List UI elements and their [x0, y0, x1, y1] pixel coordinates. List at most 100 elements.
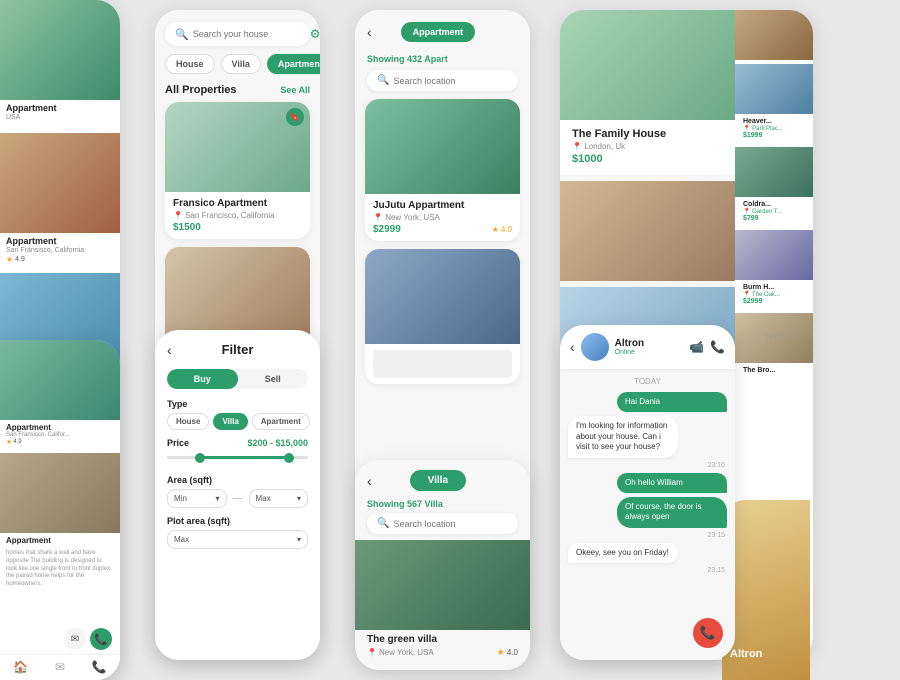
msg-icon-bl: ✉ [55, 660, 65, 674]
see-all-2[interactable]: See All [280, 85, 310, 95]
chat-contact-name: Altron [615, 338, 644, 349]
call-fab-button[interactable]: 📞 [693, 618, 723, 648]
bl-img-2 [0, 453, 120, 533]
filter-plot-section: Plot area (sqft) Max ▾ [155, 512, 320, 553]
sidebar-img-1 [735, 64, 813, 114]
bl-star-1: ★ 4.9 [6, 438, 114, 446]
home-icon-bl: 🏠 [13, 660, 28, 674]
tab-villa[interactable]: Villa [221, 54, 261, 74]
sidebar-img-3 [735, 230, 813, 280]
listing-bottom-1: $2999 ★ 4.0 [373, 224, 512, 235]
type-buttons: House Villa Apartment [167, 413, 308, 430]
search-loc-6[interactable]: 🔍 [367, 513, 518, 534]
sidebar-item-2: Coldra... 📍 Garden T... $799 [735, 147, 813, 226]
msg-bubble-3: Of course, the door is always open [617, 497, 727, 528]
price-slider-fill [195, 456, 294, 459]
tab-apartment[interactable]: Apartment [267, 54, 320, 74]
listing-card-2[interactable] [365, 249, 520, 384]
price-slider-left-thumb[interactable] [195, 453, 205, 463]
property-name-1: Fransico Apartment [173, 198, 302, 209]
property-info-1: Fransico Apartment 📍 San Francisco, Cali… [165, 192, 310, 239]
listing-name-1: JuJutu Appartment [373, 200, 512, 211]
listing-loc-1: 📍 New York, USA [373, 213, 512, 222]
si-name-3: Burm H... [739, 282, 809, 291]
filter-area-label: Area (sqft) [167, 475, 308, 485]
phone-button-bl[interactable]: 📞 [90, 628, 112, 650]
search-loc-3[interactable]: 🔍 [367, 70, 518, 91]
type-villa-btn[interactable]: Villa [213, 413, 247, 430]
plot-min-select[interactable]: Max ▾ [167, 530, 308, 549]
search-icon-6: 🔍 [377, 518, 389, 529]
price-slider-track[interactable] [167, 456, 308, 459]
section-title-2: All Properties [165, 84, 237, 96]
chat-date-label: TODAY [560, 377, 735, 386]
search-input-2[interactable] [193, 29, 310, 39]
listing-price-1: $2999 [373, 224, 401, 235]
msg-bubble-2: Oh hello William [617, 473, 727, 493]
sell-button[interactable]: Sell [238, 369, 309, 389]
showing-row-3: Showing 432 Apart [355, 50, 530, 70]
area-max-select[interactable]: Max ▾ [249, 489, 309, 508]
msg-time-3: 23:15 [570, 532, 725, 539]
villa-tab[interactable]: Villa [410, 470, 466, 491]
prop-label-2: Appartment [0, 233, 120, 247]
prop-label-1: Appartment [0, 100, 120, 114]
listing-info-2 [365, 344, 520, 384]
sidebar-item-3: Burm H... 📍 The Oak... $2999 [735, 230, 813, 309]
msg-bubble-0: Hai Dania [617, 392, 727, 412]
villa-star-6: ★ [497, 647, 505, 658]
apartment-topbar: ‹ Appartment [355, 10, 530, 50]
property-card-1[interactable]: 🔖 Fransico Apartment 📍 San Francisco, Ca… [165, 102, 310, 239]
phone-call-icon[interactable]: 📞 [710, 340, 725, 354]
nav-phone-bl[interactable]: 📞 [92, 660, 107, 674]
back-button-3[interactable]: ‹ [367, 24, 372, 40]
buy-button[interactable]: Buy [167, 369, 238, 389]
card-filter: ‹ Filter Buy Sell Type House Villa Apart… [155, 330, 320, 660]
price-label: Price [167, 438, 189, 448]
star-icon-2: ★ [6, 255, 13, 264]
tab-house[interactable]: House [165, 54, 215, 74]
chat-header: ‹ Altron Online 📹 📞 [560, 325, 735, 369]
price-slider-right-thumb[interactable] [284, 453, 294, 463]
filter-type-label: Type [167, 399, 308, 409]
prop-subloc-2: San Fransisco, California [0, 247, 120, 254]
tab-appartment-3[interactable]: Appartment [401, 22, 476, 42]
chat-contact-status: Online [615, 349, 644, 356]
property-card-img-1: 🔖 [165, 102, 310, 192]
bookmark-icon-1[interactable]: 🔖 [286, 108, 304, 126]
house-name-4: The Family House [572, 128, 666, 140]
search-location-input-6[interactable] [393, 519, 510, 529]
plot-area-row: Max ▾ [167, 530, 308, 549]
si-price-2: $799 [739, 215, 809, 224]
search-icon-2: 🔍 [175, 28, 189, 41]
sidebar-item-1: Heaver... 📍 Park Plac... $1999 [735, 64, 813, 143]
nav-home-bl[interactable]: 🏠 [13, 660, 28, 674]
back-button-6[interactable]: ‹ [367, 473, 372, 489]
listing-card-1[interactable]: JuJutu Appartment 📍 New York, USA $2999 … [365, 99, 520, 241]
showing-row-6: Showing 567 Villa [355, 497, 530, 513]
msg-bubble-1: I'm looking for information about your h… [568, 416, 678, 457]
search-bar-2[interactable]: 🔍 ⚙ [165, 22, 310, 46]
prop-image-1 [0, 0, 120, 100]
chat-back-button[interactable]: ‹ [570, 339, 575, 355]
prop-image-2 [0, 133, 120, 233]
nav-msg-bl[interactable]: ✉ [55, 660, 65, 674]
villa-name-6: The green villa [355, 630, 530, 646]
bl-info-2: Appartment [0, 533, 120, 548]
bl-name-1: Appartment [6, 423, 114, 432]
type-apartment-btn[interactable]: Apartment [252, 413, 310, 430]
video-call-icon[interactable]: 📹 [689, 340, 704, 354]
filter-icon-2[interactable]: ⚙ [310, 27, 320, 41]
altron-overlay: Altron [722, 500, 810, 680]
filter-header: ‹ Filter [155, 330, 320, 363]
type-house-btn[interactable]: House [167, 413, 209, 430]
watermark: www.... [765, 330, 800, 342]
message-button-bl[interactable]: ✉ [64, 628, 86, 650]
si-loc-2: 📍 Garden T... [739, 208, 809, 215]
search-icon-3: 🔍 [377, 75, 389, 86]
search-location-input-3[interactable] [393, 76, 510, 86]
filter-back-button[interactable]: ‹ [167, 342, 172, 358]
area-min-select[interactable]: Min ▾ [167, 489, 227, 508]
altron-label: Altron [730, 648, 762, 660]
msg-bubble-4: Okeey, see you on Friday! [568, 543, 678, 563]
